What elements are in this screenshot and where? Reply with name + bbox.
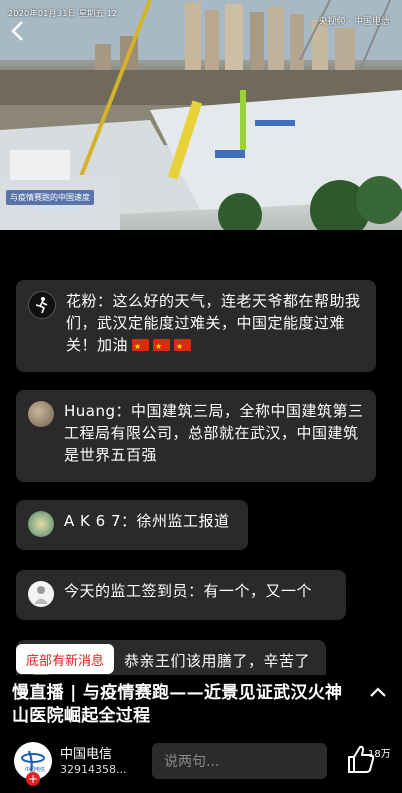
- china-flag-icon: [132, 336, 150, 358]
- program-badge: 与疫情赛跑的中国速度: [6, 190, 94, 205]
- comment-item: Huang：中国建筑三局，全称中国建筑第三工程局有限公司，总部就在武汉，中国建筑…: [16, 390, 376, 482]
- chevron-up-icon[interactable]: [368, 684, 388, 700]
- comment-item: 今天的监工签到员：有一个，又一个: [16, 570, 346, 620]
- photo-avatar: [28, 401, 54, 427]
- comment-input[interactable]: 说两句...: [152, 743, 327, 779]
- comment-text: 今天的监工签到员：有一个，又一个: [64, 582, 313, 600]
- comment-text: A K 6 7：徐州监工报道: [64, 512, 230, 530]
- channel-name[interactable]: 中国电信: [60, 743, 112, 762]
- comment-item: 花粉：这么好的天气，连老天爷都在帮助我们，武汉定能度过难关，中国定能度过难关！加…: [16, 280, 376, 372]
- runner-avatar: [28, 291, 56, 319]
- follow-plus-icon[interactable]: +: [26, 772, 40, 786]
- china-flag-icon: [174, 336, 192, 358]
- person-icon: [34, 586, 48, 604]
- video-title: 慢直播 | 与疫情赛跑——近景见证武汉火神山医院崛起全过程: [12, 683, 343, 726]
- program-badge-sub: 火神山医院建设: [32, 206, 81, 214]
- like-count: 18万: [368, 749, 391, 760]
- comment-text: 花粉：这么好的天气，连老天爷都在帮助我们，武汉定能度过难关，中国定能度过难关！加…: [66, 290, 364, 358]
- channel-id: 32914358...: [60, 763, 127, 776]
- back-arrow-icon: [11, 21, 23, 41]
- runner-icon: [35, 297, 48, 314]
- comment-text: Huang：中国建筑三局，全称中国建筑第三工程局有限公司，总部就在武汉，中国建筑…: [64, 402, 364, 464]
- china-flags: [132, 336, 195, 358]
- china-flag-icon: [153, 336, 171, 358]
- person-avatar: [28, 581, 54, 607]
- new-messages-button[interactable]: 底部有新消息: [16, 644, 115, 674]
- live-video-player[interactable]: 2020年01月31日 星期五 12 央视频 · 中国电信 与疫情赛跑的中国速度…: [0, 0, 402, 230]
- back-button[interactable]: [10, 20, 36, 46]
- china-telecom-logo-icon: 中国电信: [21, 750, 45, 773]
- comment-item: A K 6 7：徐州监工报道: [16, 500, 248, 550]
- badge-avatar: [28, 511, 54, 537]
- video-timestamp: 2020年01月31日 星期五 12: [8, 9, 118, 18]
- video-title-bar: 慢直播 | 与疫情赛跑——近景见证武汉火神山医院崛起全过程: [12, 682, 390, 728]
- bottom-bar: 中国电信 + 中国电信 32914358... 说两句... 18万: [0, 735, 402, 793]
- broadcaster-logo: 央视频 · 中国电信: [318, 17, 390, 27]
- comment-feed[interactable]: 花粉：这么好的天气，连老天爷都在帮助我们，武汉定能度过难关，中国定能度过难关！加…: [0, 230, 402, 675]
